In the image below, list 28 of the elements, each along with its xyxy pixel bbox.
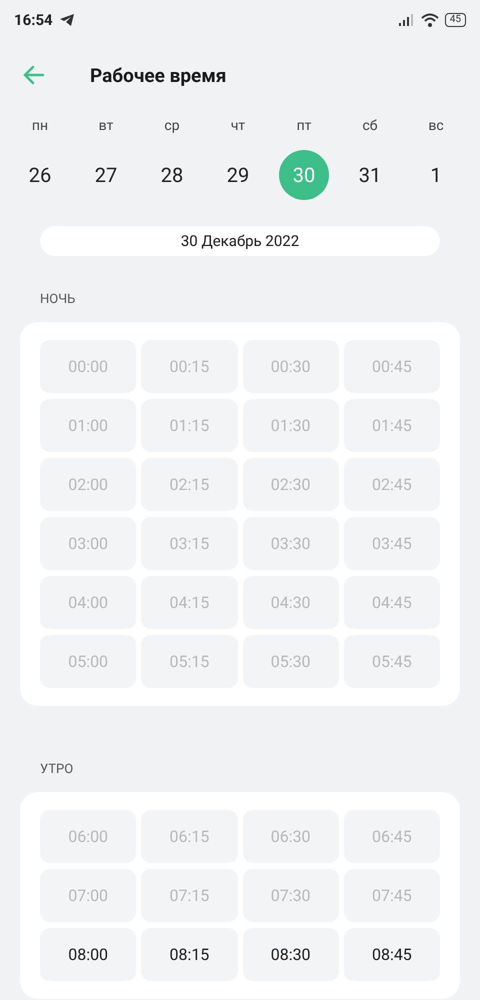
weekday-label: вт — [98, 117, 114, 136]
wifi-icon — [420, 13, 439, 27]
weekday-label: пт — [296, 117, 312, 136]
time-slot[interactable]: 08:15 — [141, 928, 238, 981]
time-slot[interactable]: 08:30 — [242, 928, 339, 981]
weekday-label: пн — [32, 117, 48, 136]
weekday-label: ср — [164, 117, 180, 136]
calendar-day[interactable]: 28 — [147, 150, 197, 200]
calendar-day[interactable]: 27 — [81, 150, 131, 200]
time-slot[interactable]: 08:45 — [344, 928, 440, 981]
calendar-day[interactable]: 30 — [279, 150, 329, 200]
battery-indicator: 45 — [444, 13, 466, 27]
calendar-day[interactable]: 31 — [345, 150, 395, 200]
section-title: УТРО — [40, 762, 74, 779]
calendar-day[interactable]: 26 — [15, 150, 65, 200]
signal-icon — [398, 14, 415, 26]
status-time: 16:54 — [14, 11, 53, 29]
time-slot[interactable]: 08:00 — [40, 928, 136, 981]
calendar-day[interactable]: 1 — [411, 150, 461, 200]
calendar-day[interactable]: 29 — [213, 150, 263, 200]
paper-plane-icon — [58, 13, 75, 27]
date-label: 30 Декабрь 2022 — [40, 226, 440, 256]
weekday-label: вс — [428, 117, 444, 136]
back-button[interactable] — [22, 63, 46, 87]
weekday-label: сб — [362, 117, 378, 136]
weekday-label: чт — [230, 117, 246, 136]
page-title: Рабочее время — [90, 64, 226, 86]
section-title: НОЧЬ — [40, 292, 76, 309]
